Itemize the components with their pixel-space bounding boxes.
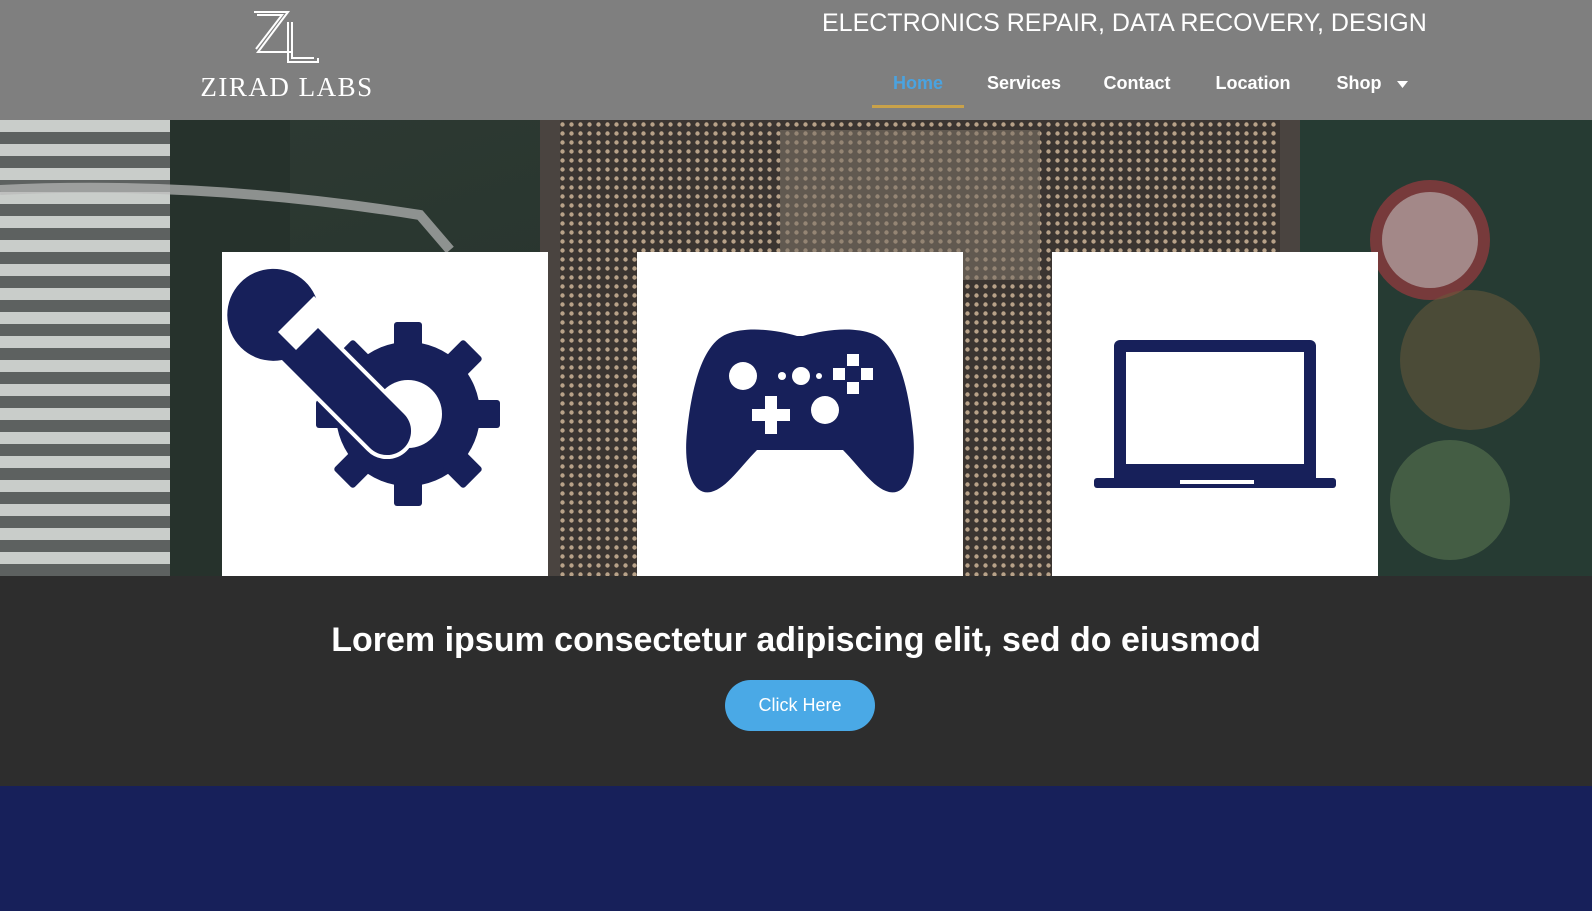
brand-name: ZIRAD LABS [200,72,374,102]
footer-band [0,786,1592,911]
service-card-computers[interactable] [1052,252,1378,578]
nav-item-shop[interactable]: Shop [1332,68,1412,108]
service-card-gaming[interactable] [637,252,963,578]
nav-item-label: Home [892,73,943,93]
nav-item-label: Services [986,73,1062,93]
nav-item-services[interactable]: Services [982,68,1066,108]
nav-item-location[interactable]: Location [1212,68,1294,108]
service-card-repair[interactable] [222,252,548,578]
zl-monogram-icon [254,11,319,63]
chevron-down-icon [1396,80,1408,88]
gamepad-icon [686,329,914,493]
laptop-icon [1094,340,1336,488]
click-here-button[interactable]: Click Here [725,680,875,731]
nav-item-home[interactable]: Home [872,68,964,108]
site-header: ZIRAD LABS ELECTRONICS REPAIR, DATA RECO… [0,0,1592,120]
active-nav-indicator [872,105,964,108]
nav-item-label: Contact [1103,73,1171,93]
wrench-gear-icon [223,264,500,506]
site-logo[interactable]: ZIRAD LABS [176,8,398,106]
cta-heading: Lorem ipsum consectetur adipiscing elit,… [331,621,1261,659]
nav-item-label: Location [1215,73,1291,93]
site-tagline: ELECTRONICS REPAIR, DATA RECOVERY, DESIG… [822,9,1427,37]
nav-item-label: Shop [1336,73,1382,93]
nav-item-contact[interactable]: Contact [1100,68,1174,108]
cta-section: Lorem ipsum consectetur adipiscing elit,… [0,576,1592,786]
